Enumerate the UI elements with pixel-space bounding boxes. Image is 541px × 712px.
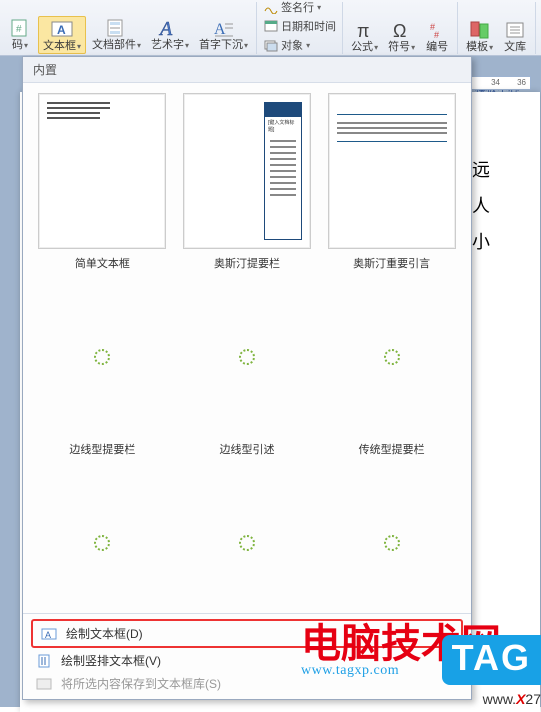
textbox-label: 文本框 [43,40,76,52]
page-number-button[interactable]: # 码▾ [4,16,36,54]
tile-label: 奥斯汀提要栏 [214,255,280,271]
wordart-label: 艺术字 [151,39,184,51]
svg-text:A: A [57,23,66,37]
tile-label: 传统型提要栏 [359,441,425,457]
tile-tile-sidebar[interactable]: 瓷砖型提要栏 [180,465,315,613]
ruler-tick: 34 [491,78,500,87]
svg-text:#: # [16,24,22,35]
object-button[interactable]: 对象▾ [261,36,338,54]
signature-button[interactable]: 签名行▾ [261,0,338,16]
loading-spinner-icon [239,349,255,365]
draw-textbox-icon: A [40,627,58,641]
page-number-icon: # [8,17,32,39]
tile-label: 奥斯汀重要引言 [353,255,430,271]
svg-text:Ω: Ω [393,21,406,40]
number-button[interactable]: ##编号 [421,18,453,54]
template-label: 模板 [466,41,488,53]
draw-vertical-label: 绘制竖排文本框(V) [61,652,161,669]
formula-label: 公式 [351,41,373,53]
loading-spinner-icon [94,349,110,365]
dropdown-body[interactable]: 简单文本框 [键入文档标题] 奥斯汀提要栏 奥斯汀重要引言 边线型提要栏 边线型… [23,83,471,613]
dropcap-label: 首字下沉 [199,39,243,51]
wordart-button[interactable]: A 艺术字▾ [147,16,193,54]
tile-traditional-sidebar[interactable]: 传统型提要栏 [324,279,459,457]
svg-text:#: # [434,30,439,40]
ruler-tick: 36 [517,78,526,87]
svg-text:A: A [45,630,51,640]
textbox-icon: A [50,18,74,40]
symbol-label: 符号 [388,41,410,53]
formula-button[interactable]: π公式▾ [347,18,382,54]
sidebar-title: [键入文档标题] [265,117,301,136]
datetime-label: 日期和时间 [281,18,336,34]
tile-traditional-quote[interactable]: 传统型引述 [35,465,170,613]
symbol-button[interactable]: Ω符号▾ [384,18,419,54]
object-icon [263,37,279,53]
library-label: 文库 [504,41,526,53]
formula-icon: π [353,19,377,41]
dropdown-header: 内置 [23,57,471,83]
save-gallery-label: 将所选内容保存到文本框库(S) [61,675,221,692]
loading-spinner-icon [94,535,110,551]
tile-label: 边线型引述 [219,441,274,457]
svg-text:π: π [357,21,369,40]
textbox-dropdown: 内置 简单文本框 [键入文档标题] 奥斯汀提要栏 奥斯汀重要引言 边线型提要栏 … [22,56,472,700]
datetime-button[interactable]: 日期和时间 [261,17,338,35]
tile-austin-sidebar[interactable]: [键入文档标题] 奥斯汀提要栏 [180,93,315,271]
docparts-button[interactable]: 文档部件▾ [88,16,145,54]
dropcap-icon: A [212,17,236,39]
template-icon [468,19,492,41]
tile-label: 边线型提要栏 [69,441,135,457]
svg-text:A: A [214,21,226,38]
loading-spinner-icon [239,535,255,551]
x27-watermark: www.X27 [483,691,541,707]
docparts-label: 文档部件 [92,39,136,51]
loading-spinner-icon [384,349,400,365]
draw-textbox-label: 绘制文本框(D) [66,625,143,642]
datetime-icon [263,18,279,34]
x27-num: 27 [525,691,541,707]
x27-prefix: www. [483,691,516,707]
tile-austin-quote[interactable]: 奥斯汀重要引言 [324,93,459,271]
object-label: 对象 [281,37,303,53]
library-icon [503,19,527,41]
textbox-button[interactable]: A 文本框▾ [38,16,86,54]
dropcap-button[interactable]: A 首字下沉▾ [195,16,252,54]
tag-badge: TAG [442,635,541,685]
tile-simple-textbox[interactable]: 简单文本框 [35,93,170,271]
vertical-textbox-icon [35,654,53,668]
code-label: 码 [12,39,23,51]
library-button[interactable]: 文库 [499,18,531,54]
signature-icon [263,0,279,15]
tile-tile-quote[interactable]: 瓷砖型引述 [324,465,459,613]
tile-label: 简单文本框 [75,255,130,271]
symbol-icon: Ω [390,19,414,41]
number-icon: ## [425,19,449,41]
wordart-icon: A [158,17,182,39]
tile-border-sidebar[interactable]: 边线型提要栏 [35,279,170,457]
loading-spinner-icon [384,535,400,551]
template-button[interactable]: 模板▾ [462,18,497,54]
number-label: 编号 [426,41,448,53]
signature-label: 签名行 [281,0,314,15]
save-gallery-icon [35,677,53,691]
svg-text:A: A [158,18,173,39]
ribbon: # 码▾ A 文本框▾ 文档部件▾ A 艺术字▾ A 首字下沉▾ 签名行▾ [0,0,541,56]
tile-border-quote[interactable]: 边线型引述 [180,279,315,457]
docparts-icon [105,17,129,39]
